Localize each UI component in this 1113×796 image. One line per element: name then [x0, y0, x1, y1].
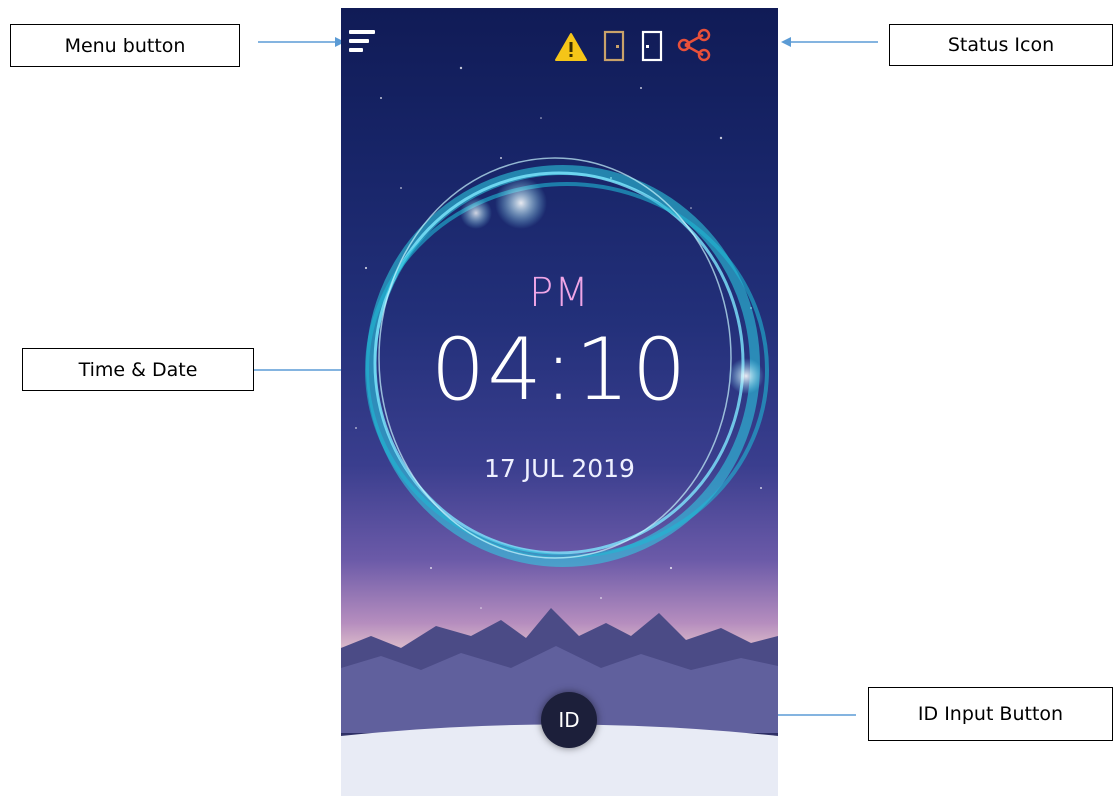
- device-screen: PM 04:10 17 JUL 2019 ID: [341, 8, 778, 796]
- ampm-indicator: PM: [529, 270, 590, 316]
- menu-icon[interactable]: [347, 26, 379, 56]
- door-icon[interactable]: [641, 30, 663, 62]
- network-share-icon[interactable]: [677, 28, 711, 62]
- door-icon[interactable]: [603, 30, 625, 62]
- id-input-button[interactable]: ID: [541, 692, 597, 748]
- warning-icon[interactable]: [555, 32, 587, 62]
- clock-date: 17 JUL 2019: [484, 454, 635, 483]
- clock-time: 04:10: [430, 320, 689, 420]
